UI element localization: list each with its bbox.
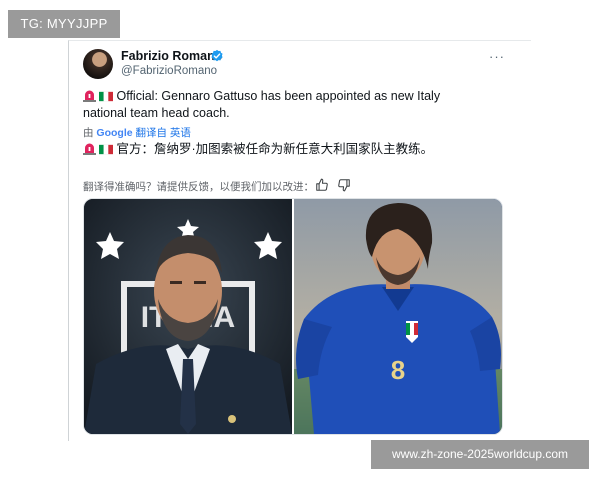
thumbs-down-icon[interactable] xyxy=(337,178,351,192)
verified-icon xyxy=(211,49,223,62)
watermark-bottom: www.zh-zone-2025worldcup.com xyxy=(371,440,589,469)
italy-flag-icon xyxy=(99,144,113,155)
translation-attribution[interactable]: 由 Google 翻译自 英语 xyxy=(83,125,191,140)
translate-prefix: 由 xyxy=(83,127,94,139)
google-logo: Google xyxy=(96,127,133,139)
jersey-number: 8 xyxy=(391,355,405,385)
media-image-coach-suit[interactable]: ITALIA xyxy=(84,199,292,434)
author-avatar[interactable] xyxy=(83,49,113,79)
tweet-text-en-1: Official: Gennaro Gattuso has been appoi… xyxy=(116,89,441,103)
translation-feedback-text: 翻译得准确吗？请提供反馈，以便我们加以改进： xyxy=(83,181,314,193)
watermark-top: TG: MYYJJPP xyxy=(8,10,120,38)
more-options-icon[interactable]: ··· xyxy=(489,49,505,64)
translate-label[interactable]: 翻译自 英语 xyxy=(136,127,191,139)
tweet-text-zh-line: 官方：詹纳罗·加图索被任命为新任意大利国家队主教练。 xyxy=(83,141,433,158)
tweet-text-en-2: national team head coach. xyxy=(83,106,230,120)
tweet-text-zh: 官方：詹纳罗·加图索被任命为新任意大利国家队主教练。 xyxy=(116,142,434,156)
thumbs-up-icon[interactable] xyxy=(315,178,329,192)
media-image-player-jersey[interactable]: 8 xyxy=(294,199,502,434)
tweet-text-line-1: Official: Gennaro Gattuso has been appoi… xyxy=(83,88,440,105)
author-name[interactable]: Fabrizio Romano xyxy=(121,49,222,63)
italy-flag-icon xyxy=(99,91,113,102)
tweet-media[interactable]: ITALIA xyxy=(83,198,503,435)
tweet-card: Fabrizio Romano @FabrizioRomano ··· Offi… xyxy=(68,40,531,441)
siren-icon xyxy=(83,143,96,155)
author-handle[interactable]: @FabrizioRomano xyxy=(121,65,217,77)
siren-icon xyxy=(83,90,96,102)
